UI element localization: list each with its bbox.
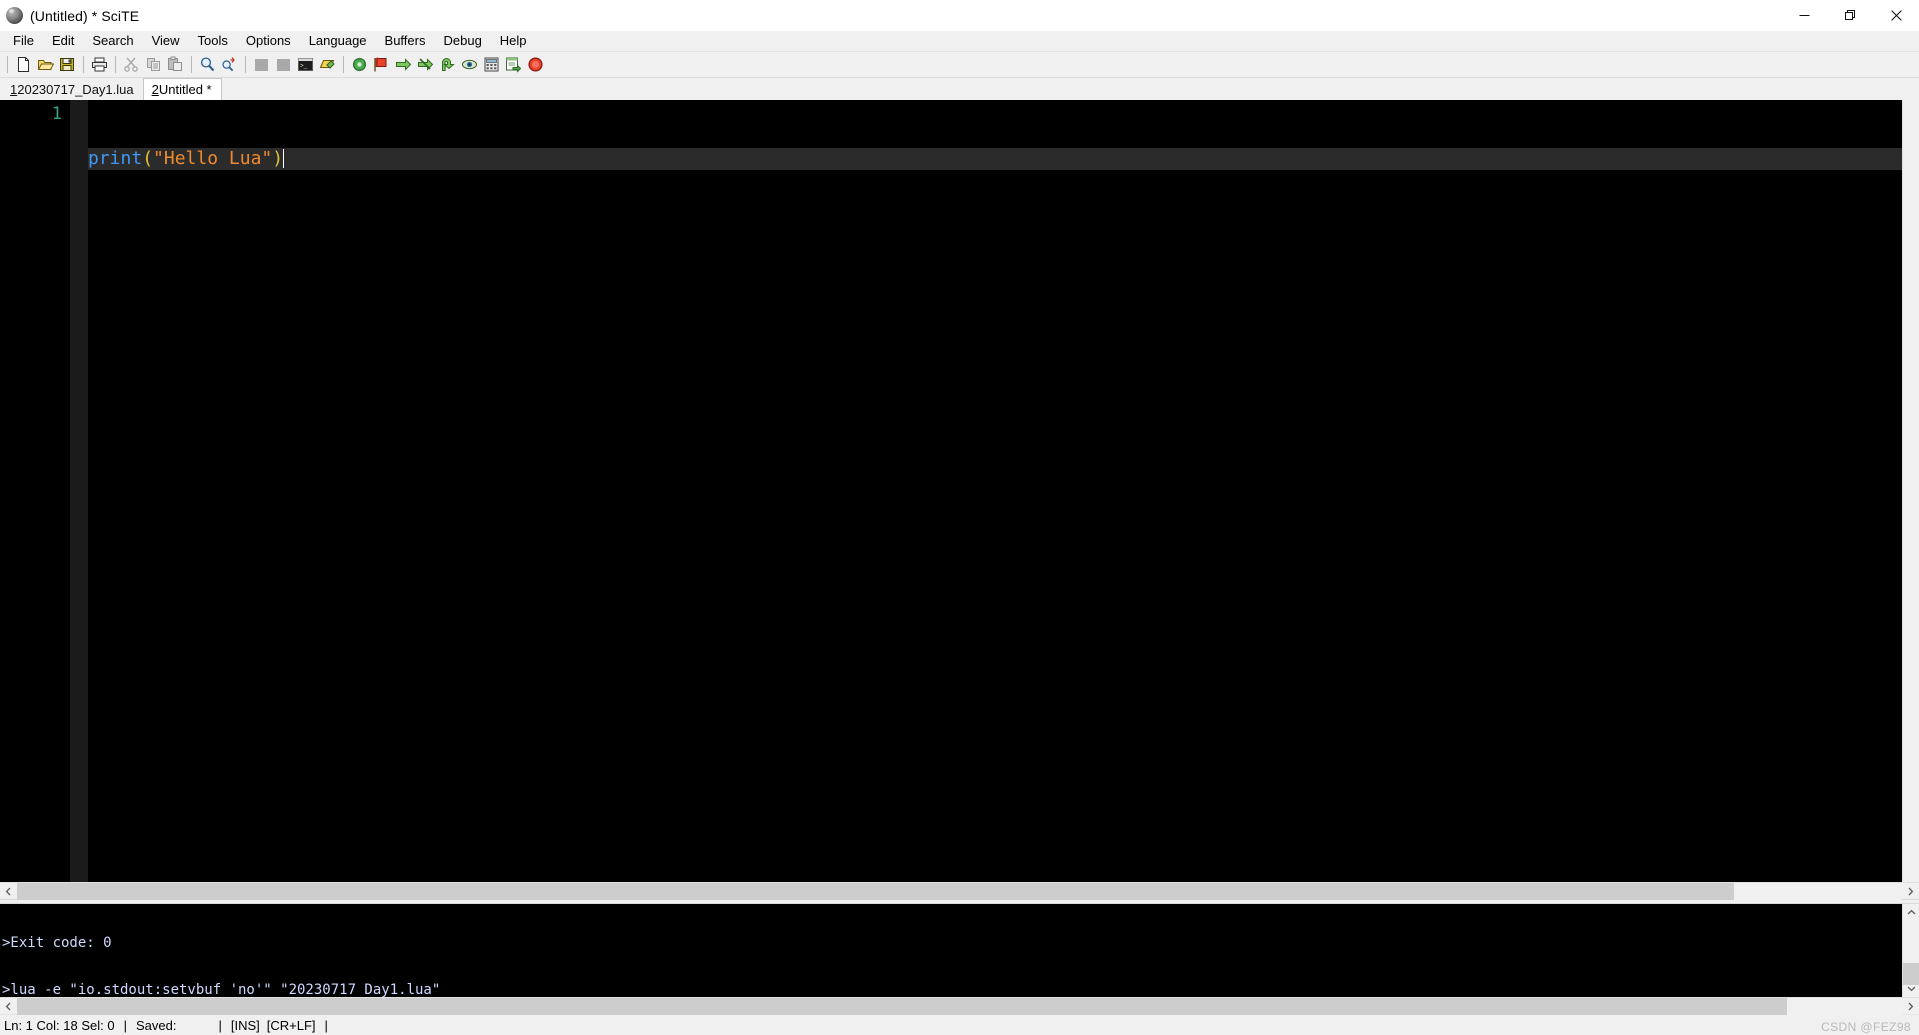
save-file-icon[interactable]: [57, 54, 78, 75]
cut-icon[interactable]: [121, 54, 142, 75]
menu-item-tools[interactable]: Tools: [189, 31, 237, 51]
menu-item-options[interactable]: Options: [237, 31, 300, 51]
sphere-icon: [6, 7, 23, 24]
code-token-open-paren: (: [142, 148, 154, 169]
code-editor[interactable]: 1 print("Hello Lua"): [0, 100, 1902, 882]
toolbar-separator: [191, 56, 192, 73]
toolbar-separator: [343, 56, 344, 73]
status-line-ending: [CR+LF]: [266, 1017, 316, 1033]
output-pane: >Exit code: 0 >lua -e "io.stdout:setvbuf…: [0, 904, 1919, 1015]
watch-icon[interactable]: [459, 54, 480, 75]
menu-bar: File Edit Search View Tools Options Lang…: [0, 31, 1919, 52]
code-token-string: "Hello Lua": [153, 148, 273, 169]
new-file-icon[interactable]: [13, 54, 34, 75]
output-horizontal-scrollbar[interactable]: [0, 997, 1919, 1015]
build-icon[interactable]: [371, 54, 392, 75]
editor-vertical-scrollbar[interactable]: [1902, 100, 1919, 882]
replace-icon[interactable]: [219, 54, 240, 75]
paste-icon[interactable]: [165, 54, 186, 75]
stop-icon[interactable]: [525, 54, 546, 75]
title-bar: (Untitled) * SciTE: [0, 0, 1919, 31]
editor-horizontal-scrollbar[interactable]: [0, 882, 1919, 900]
editor-row: 1 print("Hello Lua"): [0, 100, 1919, 882]
open-file-icon[interactable]: [35, 54, 56, 75]
find-icon[interactable]: [197, 54, 218, 75]
status-separator: |: [123, 1017, 127, 1033]
chevron-right-icon[interactable]: [1902, 883, 1919, 900]
editor-pane: 1 print("Hello Lua"): [0, 100, 1919, 900]
output-line: >lua -e "io.stdout:setvbuf 'no'" "202307…: [2, 981, 441, 997]
menu-item-language[interactable]: Language: [300, 31, 376, 51]
chevron-up-icon[interactable]: [1903, 904, 1919, 921]
calculator-icon[interactable]: [481, 54, 502, 75]
scite-window: (Untitled) * SciTE File Edit Search View…: [0, 0, 1919, 1035]
menu-item-file[interactable]: File: [4, 31, 43, 51]
menu-item-buffers[interactable]: Buffers: [376, 31, 435, 51]
output-vertical-scrollbar[interactable]: [1902, 904, 1919, 997]
code-line-1[interactable]: print("Hello Lua"): [88, 148, 1902, 170]
status-saved: Saved:: [135, 1017, 177, 1033]
editor-vscroll-track[interactable]: [1902, 100, 1919, 882]
step-over-icon[interactable]: [437, 54, 458, 75]
buffer-tab-bar: 1 20230717_Day1.lua 2 Untitled *: [0, 78, 1919, 100]
code-token-function: print: [88, 148, 143, 169]
toolbar-separator: [83, 56, 84, 73]
output-hscroll-track[interactable]: [17, 997, 1902, 1015]
restore-button[interactable]: [1827, 0, 1873, 31]
minimize-button[interactable]: [1781, 0, 1827, 31]
toolbar-separator: [7, 56, 8, 73]
status-insert-mode: [INS]: [230, 1017, 260, 1033]
status-separator: |: [324, 1017, 328, 1033]
output-row: >Exit code: 0 >lua -e "io.stdout:setvbuf…: [0, 904, 1919, 997]
tab-label: 20230717_Day1.lua: [17, 82, 134, 97]
editor-hscroll-thumb[interactable]: [17, 882, 1734, 900]
export-icon[interactable]: [503, 54, 524, 75]
toolbar-separator: [115, 56, 116, 73]
menu-item-edit[interactable]: Edit: [43, 31, 83, 51]
copy-icon[interactable]: [143, 54, 164, 75]
menu-item-search[interactable]: Search: [83, 31, 142, 51]
window-title: (Untitled) * SciTE: [30, 7, 140, 24]
chevron-right-icon[interactable]: [1902, 998, 1919, 1015]
tab-label: Untitled *: [158, 82, 212, 97]
chevron-left-icon[interactable]: [0, 998, 17, 1015]
tab-untitled[interactable]: 2 Untitled *: [142, 78, 222, 100]
tab-index: 1: [10, 82, 18, 97]
output-text[interactable]: >Exit code: 0 >lua -e "io.stdout:setvbuf…: [0, 904, 1902, 997]
redo-icon[interactable]: [273, 54, 294, 75]
go-icon[interactable]: [393, 54, 414, 75]
status-bar: Ln: 1 Col: 18 Sel: 0 | Saved: | [INS] [C…: [0, 1014, 1919, 1035]
code-text-area[interactable]: print("Hello Lua"): [88, 100, 1902, 882]
console-icon[interactable]: >_: [295, 54, 316, 75]
editor-hscroll-track[interactable]: [17, 882, 1902, 900]
menu-item-debug[interactable]: Debug: [434, 31, 490, 51]
toolbar-separator: [245, 56, 246, 73]
close-button[interactable]: [1873, 0, 1919, 31]
title-bar-left: (Untitled) * SciTE: [0, 7, 139, 24]
output-vscroll-thumb[interactable]: [1902, 963, 1919, 985]
toolbar: >_: [0, 52, 1919, 78]
print-icon[interactable]: [89, 54, 110, 75]
output-hscroll-thumb[interactable]: [17, 997, 1787, 1015]
edit-note-icon[interactable]: [317, 54, 338, 75]
status-position: Ln: 1 Col: 18 Sel: 0: [4, 1017, 115, 1033]
stop-execute-icon[interactable]: [415, 54, 436, 75]
fold-margin[interactable]: [70, 100, 88, 882]
output-line: >Exit code: 0: [2, 935, 112, 952]
tab-20230717-day1-lua[interactable]: 1 20230717_Day1.lua: [2, 79, 143, 100]
window-controls: [1781, 0, 1919, 31]
output-vscroll-track[interactable]: [1902, 921, 1919, 985]
menu-item-view[interactable]: View: [143, 31, 189, 51]
tab-index: 2: [151, 82, 159, 97]
svg-text:>_: >_: [300, 63, 308, 70]
code-token-close-paren: ): [272, 148, 284, 169]
status-separator: |: [218, 1017, 222, 1033]
menu-item-help[interactable]: Help: [491, 31, 536, 51]
line-number-gutter: 1: [0, 100, 70, 882]
chevron-left-icon[interactable]: [0, 883, 17, 900]
text-caret: [283, 149, 285, 168]
compile-icon[interactable]: [349, 54, 370, 75]
line-number: 1: [51, 104, 62, 124]
undo-icon[interactable]: [251, 54, 272, 75]
